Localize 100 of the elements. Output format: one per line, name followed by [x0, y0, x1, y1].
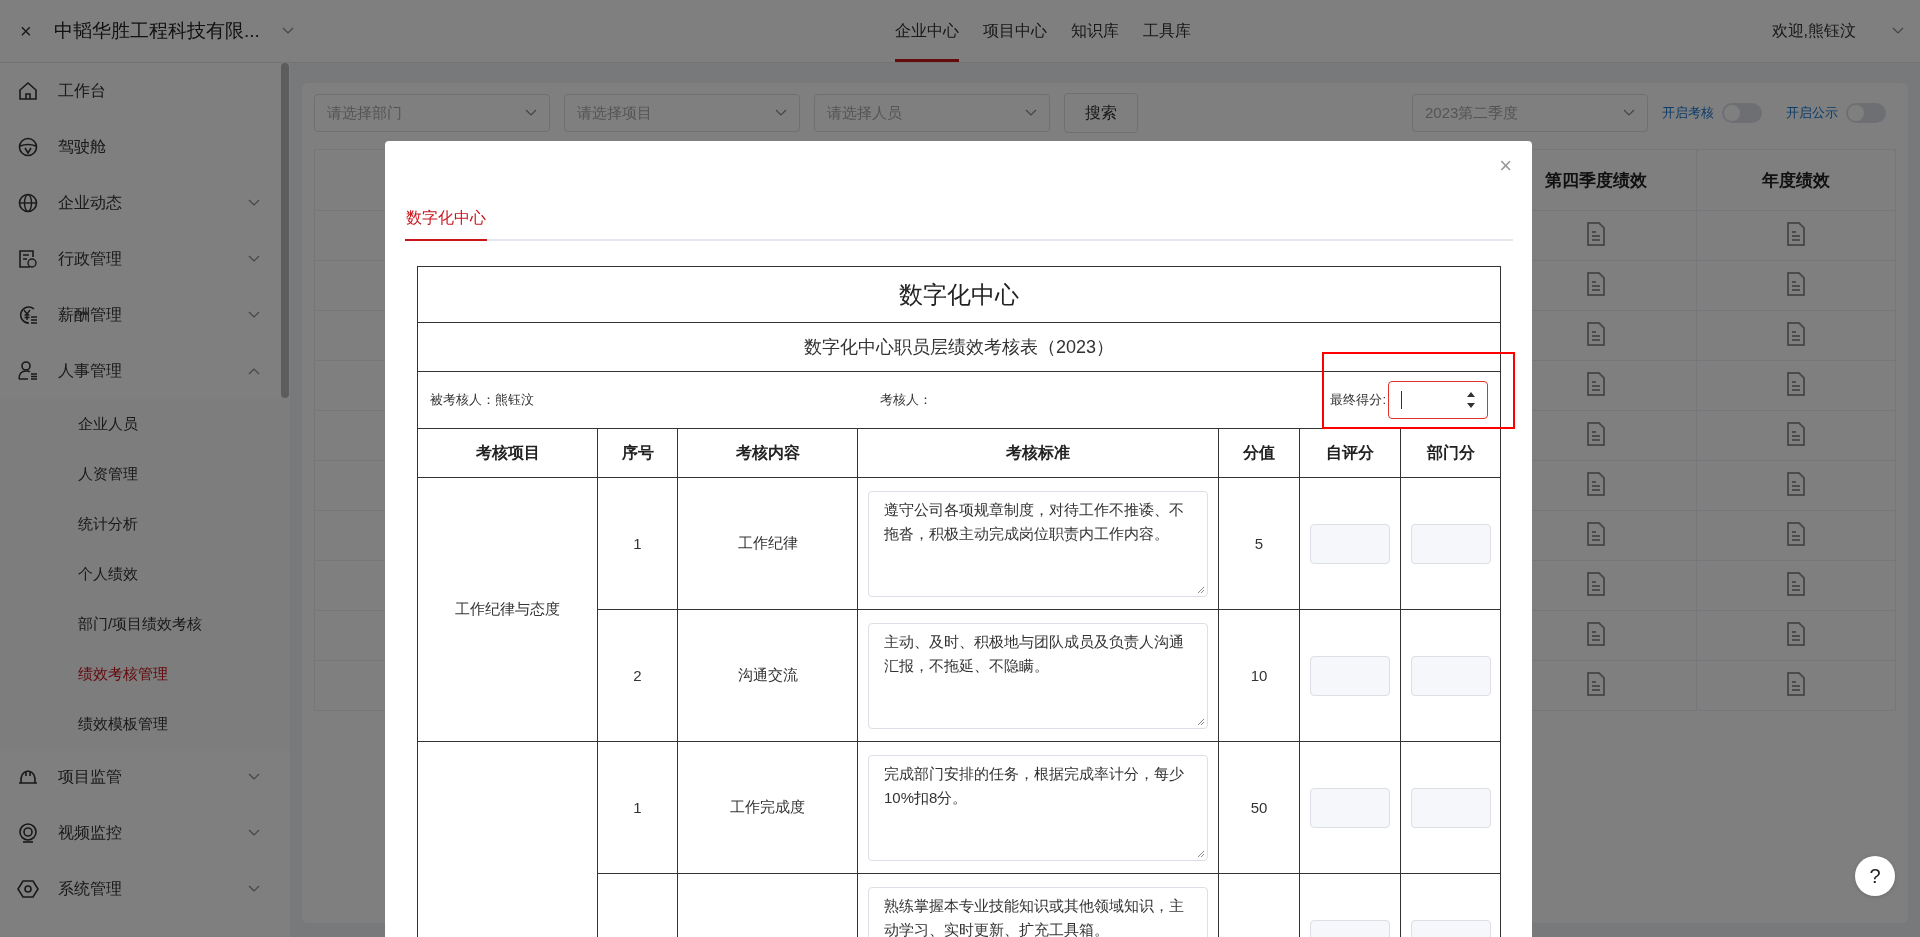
dropdown-caret-icon — [281, 27, 294, 35]
assessor-label: 考核人： — [880, 391, 934, 409]
sidebar-subitem[interactable]: 部门/项目绩效考核 — [0, 599, 290, 649]
home-icon — [17, 80, 39, 102]
table-cell: 沟通交流 — [677, 609, 858, 742]
document-icon[interactable] — [1786, 221, 1806, 246]
column-header: 考核标准 — [857, 428, 1219, 478]
document-icon — [17, 248, 39, 270]
dept-score-input[interactable] — [1410, 523, 1491, 564]
column-header: 序号 — [597, 428, 678, 478]
toggle-label: 开启公示 — [1786, 104, 1838, 122]
chevron-icon — [248, 199, 260, 207]
sidebar-subitem[interactable]: 人资管理 — [0, 449, 290, 499]
dept-score-input[interactable] — [1410, 655, 1491, 696]
table-cell: 1 — [597, 741, 678, 874]
final-score-input[interactable] — [1388, 381, 1489, 419]
sidebar-subitem[interactable]: 绩效模板管理 — [0, 699, 290, 749]
document-icon[interactable] — [1786, 421, 1806, 446]
form-subtitle: 数字化中心职员层绩效考核表（2023） — [417, 322, 1501, 372]
document-icon[interactable] — [1786, 621, 1806, 646]
steering-wheel-icon — [17, 136, 39, 158]
table-cell: 工作纪律 — [677, 477, 858, 610]
document-icon[interactable] — [1786, 271, 1806, 296]
document-icon[interactable] — [1786, 571, 1806, 596]
nav-tab[interactable]: 工具库 — [1143, 0, 1191, 62]
resize-grip-icon[interactable] — [1197, 717, 1205, 726]
form-title: 数字化中心 — [417, 266, 1501, 323]
sidebar-item[interactable]: 系统管理 — [0, 861, 290, 917]
standard-textarea[interactable]: 主动、及时、积极地与团队成员及负责人沟通汇报，不拖延、不隐瞒。 — [868, 622, 1208, 729]
user-greeting[interactable]: 欢迎,熊钰汶 — [1771, 20, 1856, 42]
table-cell: 1 — [597, 477, 678, 610]
settings-icon — [17, 878, 39, 900]
table-cell: 50 — [1218, 741, 1300, 874]
dropdown-caret-icon — [525, 109, 537, 117]
document-icon[interactable] — [1586, 321, 1606, 346]
chevron-icon — [248, 255, 260, 263]
sidebar-item[interactable]: 视频监控 — [0, 805, 290, 861]
column-header: 考核项目 — [417, 428, 598, 478]
standard-textarea[interactable]: 遵守公司各项规章制度，对待工作不推诿、不拖沓，积极主动完成岗位职责内工作内容。 — [868, 490, 1208, 597]
self-score-input[interactable] — [1310, 787, 1390, 828]
document-icon[interactable] — [1586, 521, 1606, 546]
sidebar-subitem[interactable]: 企业人员 — [0, 399, 290, 449]
salary-icon — [17, 304, 39, 326]
dropdown-caret-icon — [1623, 109, 1635, 117]
table-cell: 5 — [1218, 477, 1300, 610]
document-icon[interactable] — [1586, 571, 1606, 596]
category-cell: 工作纪律与态度 — [417, 477, 598, 742]
document-icon[interactable] — [1586, 221, 1606, 246]
table-cell: 10 — [1218, 609, 1300, 742]
document-icon[interactable] — [1586, 671, 1606, 696]
sidebar-subitem[interactable]: 个人绩效 — [0, 549, 290, 599]
document-icon[interactable] — [1586, 621, 1606, 646]
column-header: 年度绩效 — [1696, 149, 1896, 211]
search-button[interactable]: 搜索 — [1064, 93, 1138, 133]
standard-textarea[interactable]: 完成部门安排的任务，根据完成率计分，每少10%扣8分。 — [868, 754, 1208, 861]
final-score-label: 最终得分: — [1330, 391, 1387, 409]
dialog-tab[interactable]: 数字化中心 — [405, 208, 487, 241]
chevron-icon — [248, 311, 260, 319]
document-icon[interactable] — [1586, 271, 1606, 296]
self-score-input[interactable] — [1310, 523, 1390, 564]
column-header: 部门分 — [1400, 428, 1501, 478]
close-button[interactable]: × — [20, 19, 40, 43]
person-icon — [17, 360, 39, 382]
self-score-input[interactable] — [1310, 655, 1390, 696]
column-header: 分值 — [1218, 428, 1300, 478]
chevron-icon — [248, 829, 260, 837]
nav-tab[interactable]: 项目中心 — [983, 0, 1047, 62]
column-header: 自评分 — [1299, 428, 1401, 478]
globe-icon — [17, 192, 39, 214]
company-name[interactable]: 中韬华胜工程科技有限... — [54, 18, 260, 44]
dropdown-caret-icon — [1892, 27, 1904, 35]
sidebar-subitem[interactable]: 统计分析 — [0, 499, 290, 549]
nav-tab[interactable]: 知识库 — [1071, 0, 1119, 62]
dept-score-input[interactable] — [1410, 787, 1491, 828]
nav-tab[interactable]: 企业中心 — [895, 0, 959, 62]
sidebar-subitem[interactable]: 绩效考核管理 — [0, 649, 290, 699]
dropdown-caret-icon — [775, 109, 787, 117]
document-icon[interactable] — [1586, 371, 1606, 396]
document-icon[interactable] — [1786, 471, 1806, 496]
document-icon[interactable] — [1786, 521, 1806, 546]
document-icon[interactable] — [1586, 421, 1606, 446]
chevron-icon — [248, 885, 260, 893]
standard-textarea[interactable]: 熟练掌握本专业技能知识或其他领域知识，主动学习、实时更新、扩充工具箱。 — [868, 886, 1208, 937]
document-icon[interactable] — [1786, 671, 1806, 696]
chevron-icon — [248, 367, 260, 375]
resize-grip-icon[interactable] — [1197, 849, 1205, 858]
scrollbar-thumb[interactable] — [281, 63, 289, 398]
document-icon[interactable] — [1586, 471, 1606, 496]
sidebar-item[interactable]: 项目监管 — [0, 749, 290, 805]
dropdown-caret-icon — [1025, 109, 1037, 117]
document-icon[interactable] — [1786, 321, 1806, 346]
close-button[interactable]: × — [1499, 153, 1512, 179]
toggle-label: 开启考核 — [1662, 104, 1714, 122]
chevron-icon — [248, 773, 260, 781]
column-header: 考核内容 — [677, 428, 858, 478]
webcam-icon — [17, 822, 39, 844]
resize-grip-icon[interactable] — [1197, 585, 1205, 594]
table-cell: 2 — [597, 609, 678, 742]
document-icon[interactable] — [1786, 371, 1806, 396]
assessee-label: 被考核人：熊钰汶 — [430, 391, 535, 409]
